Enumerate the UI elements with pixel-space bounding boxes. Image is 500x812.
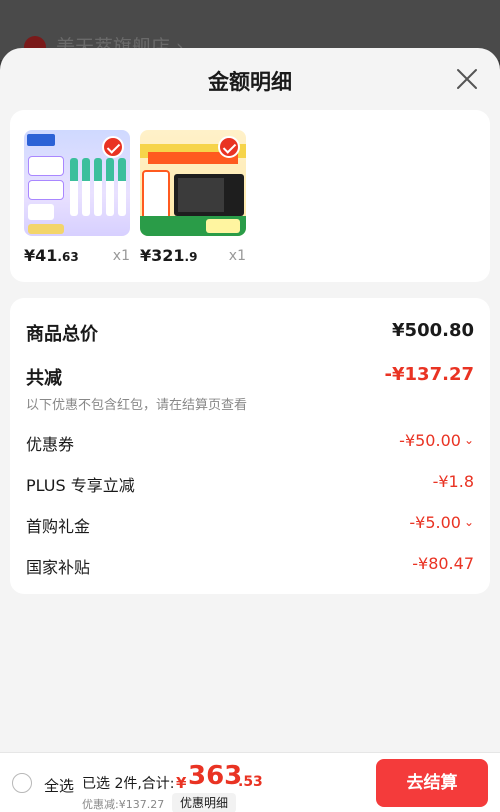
- total-amount-decimal: .53: [238, 774, 263, 790]
- discount-summary: 优惠减:¥137.27: [82, 798, 165, 811]
- plus-label: PLUS 专享立减: [26, 476, 135, 495]
- selected-check-icon[interactable]: [102, 136, 124, 158]
- microwave-product-image: [140, 130, 246, 236]
- product-item[interactable]: ¥41.63 x1: [24, 130, 130, 265]
- select-all-radio[interactable]: [12, 773, 32, 793]
- coupon-label: 优惠券: [26, 435, 75, 454]
- product-quantity: x1: [112, 248, 130, 264]
- chevron-down-icon[interactable]: ⌄: [464, 433, 474, 447]
- checkout-button[interactable]: 去结算: [376, 759, 488, 807]
- price-summary: 商品总价 ¥500.80 共减 -¥137.27 以下优惠不包含红包，请在结算页…: [10, 298, 490, 594]
- total-reduce-value: -¥137.27: [384, 364, 474, 385]
- product-price: ¥41.63: [24, 246, 79, 265]
- select-all-label[interactable]: 全选: [44, 775, 74, 796]
- plus-value: -¥1.8: [432, 472, 474, 491]
- reduce-note: 以下优惠不包含红包，请在结算页查看: [26, 398, 248, 413]
- first-purchase-value[interactable]: -¥5.00 ⌄: [409, 513, 474, 532]
- currency-symbol: ¥: [176, 774, 187, 792]
- selected-count-text: 已选 2件,合计:: [82, 776, 175, 792]
- subsidy-label: 国家补贴: [26, 558, 91, 577]
- sheet-title: 金额明细: [208, 70, 292, 94]
- toothbrush-head-product-image: [24, 130, 130, 236]
- product-quantity: x1: [228, 248, 246, 264]
- product-price: ¥321.9: [140, 246, 198, 265]
- selected-check-icon[interactable]: [218, 136, 240, 158]
- total-reduce-label: 共减: [26, 368, 62, 389]
- total-price-label: 商品总价: [26, 324, 98, 345]
- amount-detail-sheet: 金额明细 ¥41.63 x1 ¥321.9 x1 商品总价 ¥500.80 共减…: [0, 48, 500, 812]
- product-list: ¥41.63 x1 ¥321.9 x1: [10, 110, 490, 282]
- close-icon[interactable]: [454, 66, 480, 92]
- total-price-value: ¥500.80: [392, 320, 474, 341]
- chevron-down-icon[interactable]: ⌄: [464, 515, 474, 529]
- discount-detail-button[interactable]: 优惠明细: [172, 793, 236, 812]
- microwave-illustration: [174, 174, 244, 216]
- subsidy-value: -¥80.47: [412, 554, 474, 573]
- coupon-value[interactable]: -¥50.00 ⌄: [399, 431, 474, 450]
- brand-logo: [27, 134, 55, 146]
- total-amount-integer: 363: [188, 761, 243, 791]
- first-purchase-label: 首购礼金: [26, 517, 91, 536]
- checkout-bar: 全选 已选 2件,合计: ¥ 363 .53 优惠减:¥137.27 优惠明细 …: [0, 752, 500, 812]
- product-item[interactable]: ¥321.9 x1: [140, 130, 246, 265]
